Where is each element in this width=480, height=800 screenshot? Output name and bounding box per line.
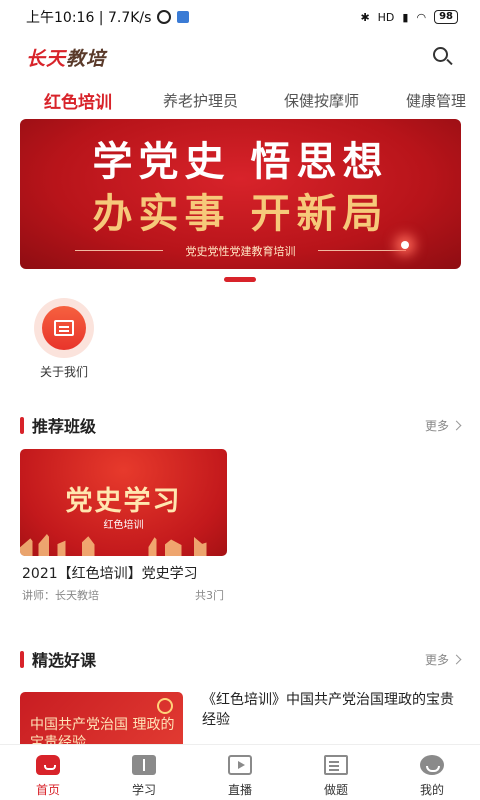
tab-elderly-care[interactable]: 养老护理员 <box>163 90 238 111</box>
status-time: 上午10:16 | 7.7K/s <box>26 10 152 26</box>
certificate-icon <box>42 306 86 350</box>
hero-banner[interactable]: 学党史 悟思想 办实事 开新局 党史党性党建教育培训 <box>20 119 461 269</box>
tab-massage[interactable]: 保健按摩师 <box>284 90 359 111</box>
section-accent-bar <box>20 650 24 668</box>
status-left: 上午10:16 | 7.7K/s <box>26 7 190 27</box>
more-label: 更多 <box>424 652 449 667</box>
recommended-more-link[interactable]: 更多 <box>424 417 462 434</box>
more-label: 更多 <box>424 418 449 433</box>
banner-divider-right <box>318 250 406 251</box>
nav-home[interactable]: 首页 <box>0 745 96 800</box>
skyline-graphic <box>20 534 227 556</box>
course-title[interactable]: 2021【红色培训】党史学习 <box>22 563 198 583</box>
featured-course-title[interactable]: 《红色培训》中国共产党治国理政的宝贵经验 <box>202 690 464 730</box>
quiz-icon <box>324 755 348 775</box>
course-card-image[interactable]: 党史学习 红色培训 <box>20 449 227 556</box>
course-meta: 讲师：长天教培 共3门 <box>22 587 224 603</box>
nav-study[interactable]: 学习 <box>96 745 192 800</box>
app-header: 长天教培 <box>0 34 480 80</box>
banner-line2: 办实事 开新局 <box>92 190 389 237</box>
chevron-right-icon <box>451 420 462 430</box>
recommended-title: 推荐班级 <box>32 417 97 436</box>
book-icon <box>132 755 156 775</box>
document-glyph <box>54 320 74 336</box>
nav-live[interactable]: 直播 <box>192 745 288 800</box>
signal-icon: ▮ <box>402 10 409 24</box>
search-icon-handle <box>446 58 453 66</box>
tab-health-management[interactable]: 健康管理 <box>406 90 466 111</box>
category-tabs: 红色培训 养老护理员 保健按摩师 健康管理 <box>0 82 480 118</box>
app-logo: 长天教培 <box>26 44 106 71</box>
nav-profile-label: 我的 <box>419 783 444 797</box>
chevron-right-icon <box>451 654 462 664</box>
alarm-icon <box>157 10 172 24</box>
featured-section-header: 精选好课 更多 <box>20 648 462 670</box>
recommended-section-header: 推荐班级 更多 <box>20 414 462 436</box>
about-us-entry[interactable]: 关于我们 <box>28 298 100 380</box>
logo-text-part1: 长天 <box>26 47 67 70</box>
banner-line1: 学党史 悟思想 <box>92 138 389 185</box>
nav-profile[interactable]: 我的 <box>384 745 480 800</box>
nav-study-label: 学习 <box>131 783 156 797</box>
about-us-label: 关于我们 <box>39 365 88 379</box>
battery-indicator: 98 <box>434 10 458 24</box>
logo-text-part2: 教培 <box>66 47 107 70</box>
banner-subtitle: 党史党性党建教育培训 <box>185 245 296 258</box>
bluetooth-icon: ✱ <box>360 10 370 24</box>
network-label: HD <box>377 10 395 24</box>
wifi-icon: ◠ <box>416 10 427 24</box>
featured-more-link[interactable]: 更多 <box>424 651 462 668</box>
nav-quiz-label: 做题 <box>323 783 348 797</box>
search-button[interactable] <box>432 46 454 68</box>
course-image-subtitle: 红色培训 <box>103 520 144 531</box>
course-teacher: 讲师：长天教培 <box>22 589 99 602</box>
profile-icon <box>420 755 444 775</box>
nav-quiz[interactable]: 做题 <box>288 745 384 800</box>
featured-course-image[interactable]: 中国共产党治国 理政的宝贵经验 <box>20 692 183 752</box>
nav-live-label: 直播 <box>227 783 252 797</box>
status-right: ✱ HD ▮ ◠ 98 <box>360 10 458 24</box>
bottom-navigation: 首页 学习 直播 做题 我的 <box>0 744 480 800</box>
course-count: 共3门 <box>195 589 224 602</box>
live-tv-icon <box>228 755 252 775</box>
banner-light-flare <box>401 241 409 249</box>
about-us-icon-bg <box>34 298 94 358</box>
nav-home-label: 首页 <box>35 783 60 797</box>
carousel-indicator <box>224 277 256 282</box>
app-notification-icon <box>177 11 190 23</box>
section-accent-bar <box>20 416 24 434</box>
status-bar: 上午10:16 | 7.7K/s ✱ HD ▮ ◠ 98 <box>0 0 480 34</box>
party-emblem-icon <box>157 698 173 714</box>
home-icon <box>36 755 60 775</box>
course-image-title: 党史学习 <box>65 486 182 517</box>
featured-title: 精选好课 <box>32 651 97 670</box>
tab-red-training[interactable]: 红色培训 <box>44 88 112 113</box>
